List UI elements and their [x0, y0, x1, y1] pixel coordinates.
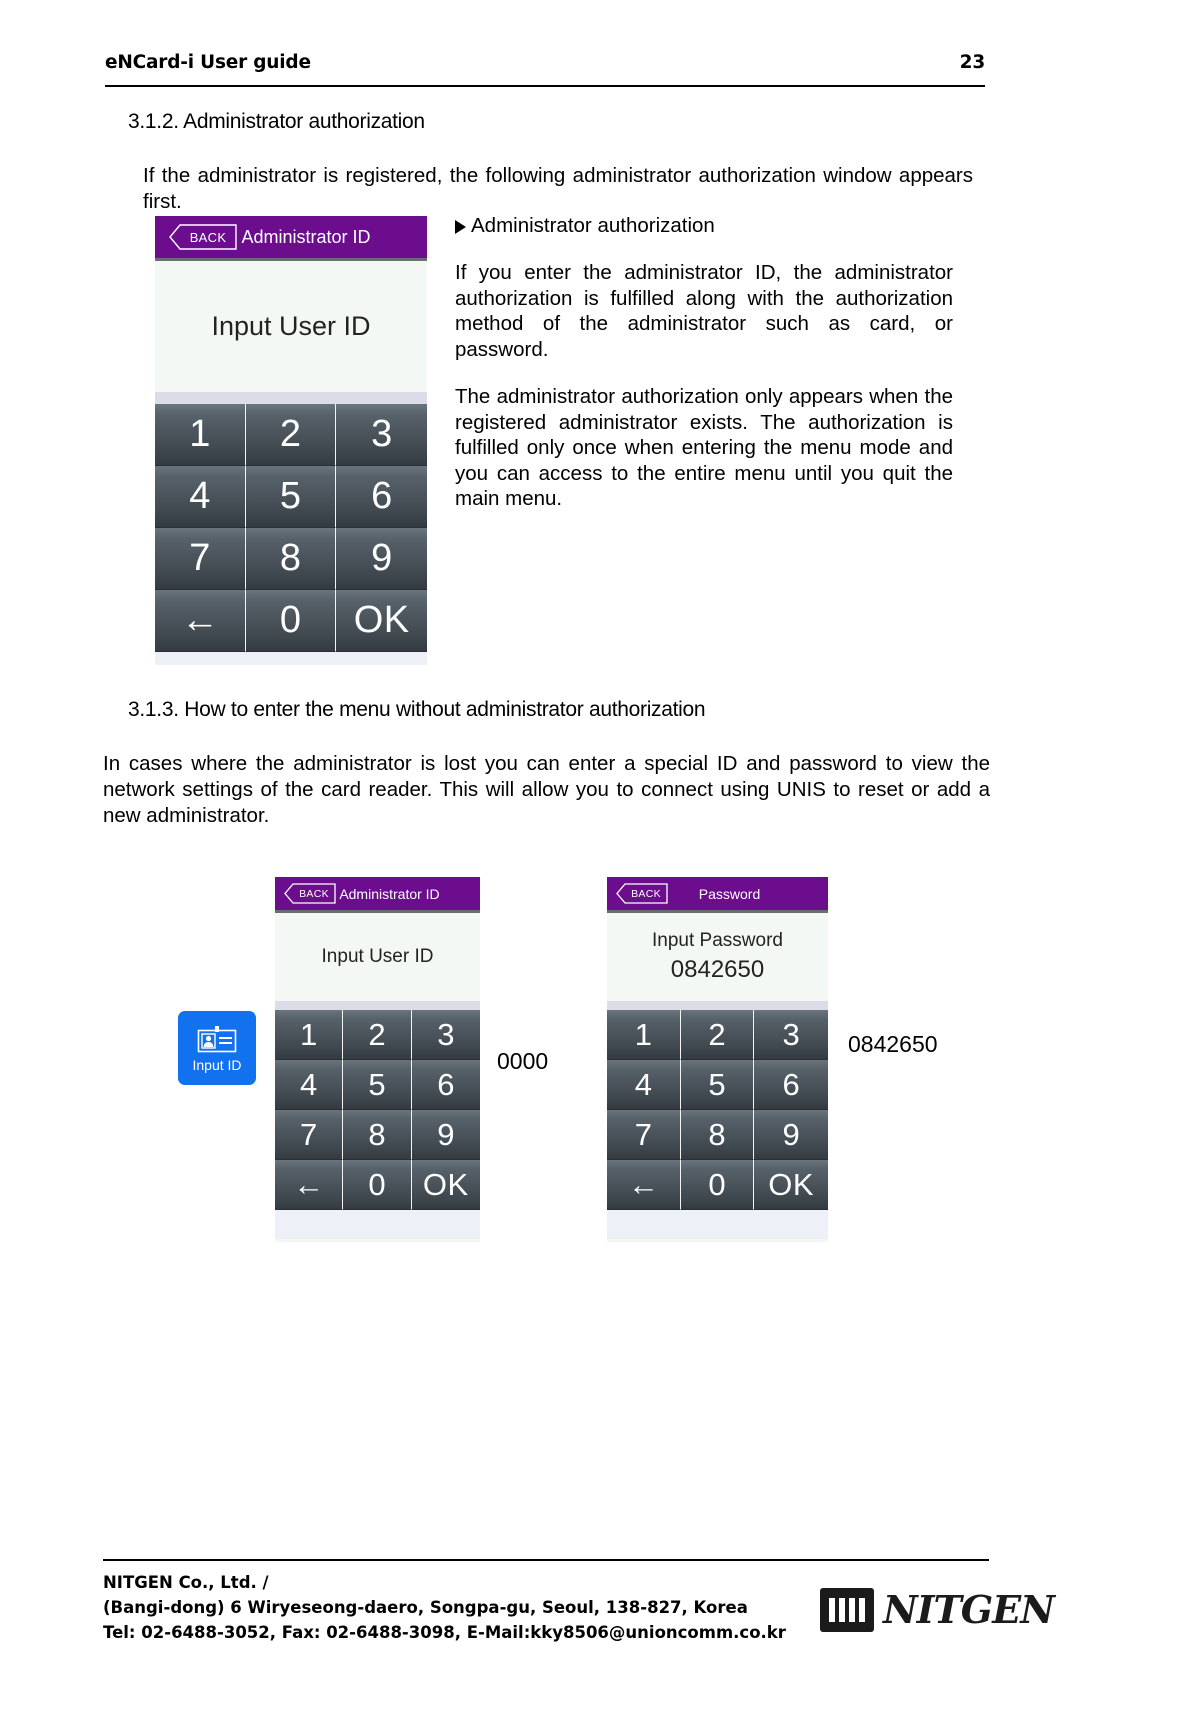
footer-contact: Tel: 02-6488-3052, Fax: 02-6488-3098, E-…	[103, 1623, 786, 1642]
device-mockup-password: BACK Password Input Password 0842650 1 2…	[607, 877, 828, 1242]
page-number: 23	[959, 52, 986, 73]
section-313-body: In cases where the administrator is lost…	[103, 752, 990, 827]
device-prompt: Input Password	[652, 930, 783, 951]
keypad-footer-strip	[155, 652, 427, 665]
numeric-keypad[interactable]: 1 2 3 4 5 6 7 8 9 ← 0 OK	[607, 1010, 828, 1210]
back-button[interactable]: BACK	[169, 224, 237, 250]
document-page: eNCard-i User guide 23 3.1.2. Administra…	[0, 0, 1197, 1710]
key-5[interactable]: 5	[343, 1060, 412, 1110]
key-3[interactable]: 3	[754, 1010, 828, 1060]
device-display-area: Input User ID	[275, 913, 480, 1001]
key-7[interactable]: 7	[607, 1110, 681, 1160]
section-heading-313: 3.1.3. How to enter the menu without adm…	[128, 698, 706, 721]
device-entered-value: 0842650	[670, 956, 765, 983]
key-8[interactable]: 8	[343, 1110, 412, 1160]
device-titlebar: BACK Password	[607, 877, 828, 913]
display-keypad-divider	[275, 1001, 480, 1010]
callout-user-id-value: 0000	[497, 1048, 549, 1074]
numeric-keypad[interactable]: 1 2 3 4 5 6 7 8 9 ← 0 OK	[155, 404, 427, 652]
device-prompt: Input User ID	[321, 946, 434, 967]
back-button[interactable]: BACK	[616, 883, 668, 904]
key-7[interactable]: 7	[275, 1110, 344, 1160]
key-4[interactable]: 4	[275, 1060, 344, 1110]
back-button-label: BACK	[189, 229, 227, 245]
input-id-tile[interactable]: Input ID	[178, 1011, 256, 1085]
side-column-title: Administrator authorization	[471, 214, 715, 237]
running-header: eNCard-i User guide 23	[105, 52, 985, 73]
key-5[interactable]: 5	[245, 466, 337, 528]
key-backspace-icon[interactable]: ←	[607, 1160, 681, 1210]
side-paragraph-2: The administrator authorization only app…	[455, 385, 953, 510]
document-title: eNCard-i User guide	[105, 52, 311, 73]
key-6[interactable]: 6	[336, 466, 427, 528]
callout-password-value: 0842650	[848, 1031, 938, 1057]
display-keypad-divider	[155, 392, 427, 404]
key-9[interactable]: 9	[411, 1110, 480, 1160]
key-1[interactable]: 1	[275, 1010, 344, 1060]
nitgen-wordmark: NITGEN	[883, 1587, 1055, 1632]
key-0[interactable]: 0	[343, 1160, 412, 1210]
section-heading-312: 3.1.2. Administrator authorization	[128, 110, 425, 133]
device-prompt: Input User ID	[211, 311, 371, 341]
key-9[interactable]: 9	[754, 1110, 828, 1160]
key-3[interactable]: 3	[336, 404, 427, 466]
key-6[interactable]: 6	[754, 1060, 828, 1110]
device-title: Administrator ID	[241, 226, 371, 247]
key-backspace-icon[interactable]: ←	[155, 590, 246, 652]
footer-street: (Bangi-dong) 6 Wiryeseong-daero, Songpa-…	[103, 1598, 748, 1617]
numeric-keypad[interactable]: 1 2 3 4 5 6 7 8 9 ← 0 OK	[275, 1010, 480, 1210]
key-4[interactable]: 4	[607, 1060, 681, 1110]
side-column-title-row: Administrator authorization	[455, 214, 953, 238]
nitgen-logo: NITGEN	[820, 1587, 1055, 1632]
key-5[interactable]: 5	[680, 1060, 755, 1110]
key-backspace-icon[interactable]: ←	[275, 1160, 344, 1210]
key-9[interactable]: 9	[336, 528, 427, 590]
footer-company: NITGEN Co., Ltd. /	[103, 1573, 269, 1592]
device-display-area: Input User ID	[155, 261, 427, 392]
key-3[interactable]: 3	[411, 1010, 480, 1060]
key-1[interactable]: 1	[607, 1010, 681, 1060]
footer-divider	[103, 1559, 989, 1561]
device-display-area: Input Password 0842650	[607, 913, 828, 1001]
section-312-intro: If the administrator is registered, the …	[143, 164, 973, 213]
device-titlebar: BACK Administrator ID	[155, 216, 427, 261]
key-2[interactable]: 2	[343, 1010, 412, 1060]
key-6[interactable]: 6	[411, 1060, 480, 1110]
device-title: Administrator ID	[339, 885, 440, 902]
key-8[interactable]: 8	[680, 1110, 755, 1160]
back-button-label: BACK	[299, 887, 329, 900]
device-mockup-administrator-id-large: BACK Administrator ID Input User ID 1 2 …	[155, 216, 427, 665]
side-paragraph-1: If you enter the administrator ID, the a…	[455, 261, 953, 361]
key-7[interactable]: 7	[155, 528, 246, 590]
device-mockup-administrator-id-small: BACK Administrator ID Input User ID 1 2 …	[275, 877, 480, 1242]
keypad-footer-strip	[275, 1210, 480, 1239]
input-id-tile-label: Input ID	[192, 1056, 242, 1073]
key-2[interactable]: 2	[245, 404, 337, 466]
display-keypad-divider	[607, 1001, 828, 1010]
back-button-label: BACK	[631, 887, 661, 900]
side-explanation-column: Administrator authorization If you enter…	[455, 214, 953, 512]
key-ok[interactable]: OK	[411, 1160, 480, 1210]
key-ok[interactable]: OK	[336, 590, 427, 652]
key-2[interactable]: 2	[680, 1010, 755, 1060]
key-1[interactable]: 1	[155, 404, 246, 466]
header-divider	[105, 85, 985, 87]
back-button[interactable]: BACK	[284, 883, 336, 904]
id-badge-icon	[197, 1025, 237, 1052]
device-title: Password	[698, 885, 761, 902]
device-titlebar: BACK Administrator ID	[275, 877, 480, 913]
key-0[interactable]: 0	[680, 1160, 755, 1210]
nitgen-mark-icon	[820, 1588, 874, 1632]
key-4[interactable]: 4	[155, 466, 246, 528]
key-0[interactable]: 0	[245, 590, 337, 652]
footer-address-block: NITGEN Co., Ltd. / (Bangi-dong) 6 Wiryes…	[103, 1570, 786, 1645]
key-8[interactable]: 8	[245, 528, 337, 590]
key-ok[interactable]: OK	[754, 1160, 828, 1210]
triangle-bullet-icon	[455, 220, 466, 234]
keypad-footer-strip	[607, 1210, 828, 1239]
